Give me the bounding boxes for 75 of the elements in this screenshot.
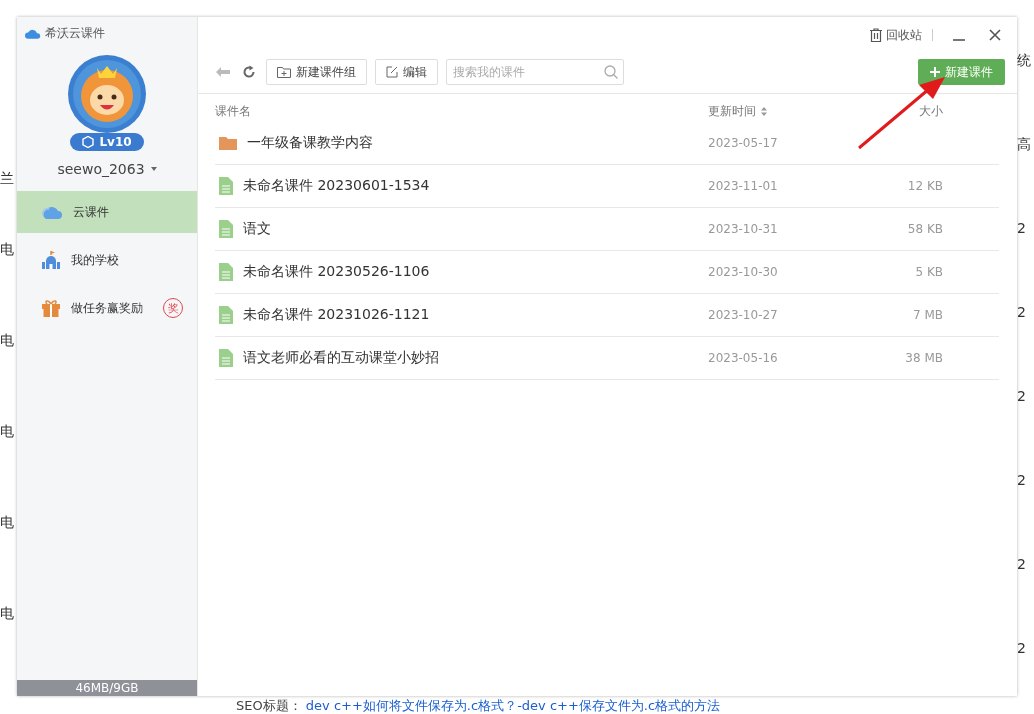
sort-icon <box>761 106 767 116</box>
seo-title-link[interactable]: dev c++如何将文件保存为.c格式？-dev c++保存文件为.c格式的方法 <box>305 698 721 713</box>
courseware-name: 未命名课件 20230601-1534 <box>243 177 430 195</box>
new-group-button[interactable]: 新建课件组 <box>266 59 367 85</box>
folder-plus-icon <box>277 66 291 78</box>
page-text-fragment: 统 <box>1017 52 1031 68</box>
courseware-row[interactable]: 未命名课件 20230526-1106 2023-10-30 5 KB <box>215 251 999 294</box>
page-text-fragment: 2 <box>1017 220 1026 236</box>
updated-date: 2023-10-31 <box>708 222 779 236</box>
search-icon <box>604 65 618 79</box>
updated-date: 2023-05-17 <box>708 136 779 150</box>
page-text-fragment: 高 <box>1017 136 1031 152</box>
page-text-fragment: 2 <box>1017 556 1026 572</box>
trash-icon <box>870 28 882 42</box>
folder-icon <box>219 136 237 150</box>
page-text-fragment: 2 <box>1017 640 1026 656</box>
document-icon <box>219 263 233 281</box>
column-header: 大小 <box>918 102 943 120</box>
file-size: 7 MB <box>911 308 943 322</box>
document-icon <box>219 220 233 238</box>
sidebar-item[interactable]: 做任务赢奖励 奖 <box>17 287 197 329</box>
page-text-fragment: 电 <box>0 514 15 530</box>
page-text-fragment: 电 <box>0 605 15 621</box>
file-size: 58 KB <box>906 222 943 236</box>
recycle-bin-button[interactable]: 回收站 <box>870 26 922 44</box>
plus-icon <box>930 67 940 77</box>
page-text-fragment: 2 <box>1017 304 1026 320</box>
cloud-logo-icon <box>25 28 41 39</box>
hexagon-icon <box>82 136 95 148</box>
page-text-fragment: 兰 <box>0 170 15 186</box>
level-text: Lv10 <box>99 135 132 149</box>
seo-label: SEO标题： <box>236 698 302 713</box>
document-icon <box>219 177 233 195</box>
minimize-icon <box>953 39 965 41</box>
updated-date: 2023-10-30 <box>708 265 779 279</box>
courseware-name: 未命名课件 20231026-1121 <box>243 306 430 324</box>
back-arrow-icon <box>216 67 230 77</box>
column-header: 课件名 <box>215 102 252 120</box>
sidebar-item[interactable]: 我的学校 <box>17 239 197 281</box>
gift-icon <box>41 298 61 318</box>
page-text-fragment: 电 <box>0 332 15 348</box>
page-text-fragment: 电 <box>0 241 15 257</box>
courseware-name: 未命名课件 20230526-1106 <box>243 263 430 281</box>
cloud-icon <box>41 205 63 219</box>
updated-date: 2023-10-27 <box>708 308 779 322</box>
file-size: 5 KB <box>914 265 943 279</box>
courseware-row[interactable]: 语文 2023-10-31 58 KB <box>215 208 999 251</box>
courseware-row[interactable]: 未命名课件 20230601-1534 2023-11-01 12 KB <box>215 165 999 208</box>
search-field[interactable]: 搜索我的课件 <box>446 59 624 85</box>
school-icon <box>41 250 61 270</box>
refresh-icon <box>242 65 256 79</box>
file-size: 38 MB <box>904 351 943 365</box>
file-size: 12 KB <box>906 179 943 193</box>
storage-usage: 46MB/9GB <box>17 680 197 696</box>
page-text-fragment: 2 <box>1017 472 1026 488</box>
caret-icon <box>150 167 157 171</box>
updated-date: 2023-11-01 <box>708 179 779 193</box>
courseware-name: 一年级备课教学内容 <box>247 134 373 152</box>
edit-button[interactable]: 编辑 <box>375 59 438 85</box>
updated-date: 2023-05-16 <box>708 351 779 365</box>
page-text-fragment: 2 <box>1017 388 1026 404</box>
sidebar-item[interactable]: 云课件 <box>17 191 197 233</box>
document-icon <box>219 306 233 324</box>
username-dropdown[interactable]: seewo_2063 <box>55 159 159 179</box>
page-text-fragment: 电 <box>0 423 15 439</box>
edit-icon <box>386 66 398 78</box>
document-icon <box>219 349 233 367</box>
column-header[interactable]: 更新时间 <box>708 102 858 120</box>
courseware-row[interactable]: 一年级备课教学内容 2023-05-17 <box>215 122 999 165</box>
close-icon <box>989 29 1001 41</box>
courseware-name: 语文 <box>243 220 271 238</box>
courseware-row[interactable]: 未命名课件 20231026-1121 2023-10-27 7 MB <box>215 294 999 337</box>
window-title: 希沃云课件 <box>45 25 105 42</box>
courseware-row[interactable]: 语文老师必看的互动课堂小妙招 2023-05-16 38 MB <box>215 337 999 380</box>
courseware-name: 语文老师必看的互动课堂小妙招 <box>243 349 439 367</box>
